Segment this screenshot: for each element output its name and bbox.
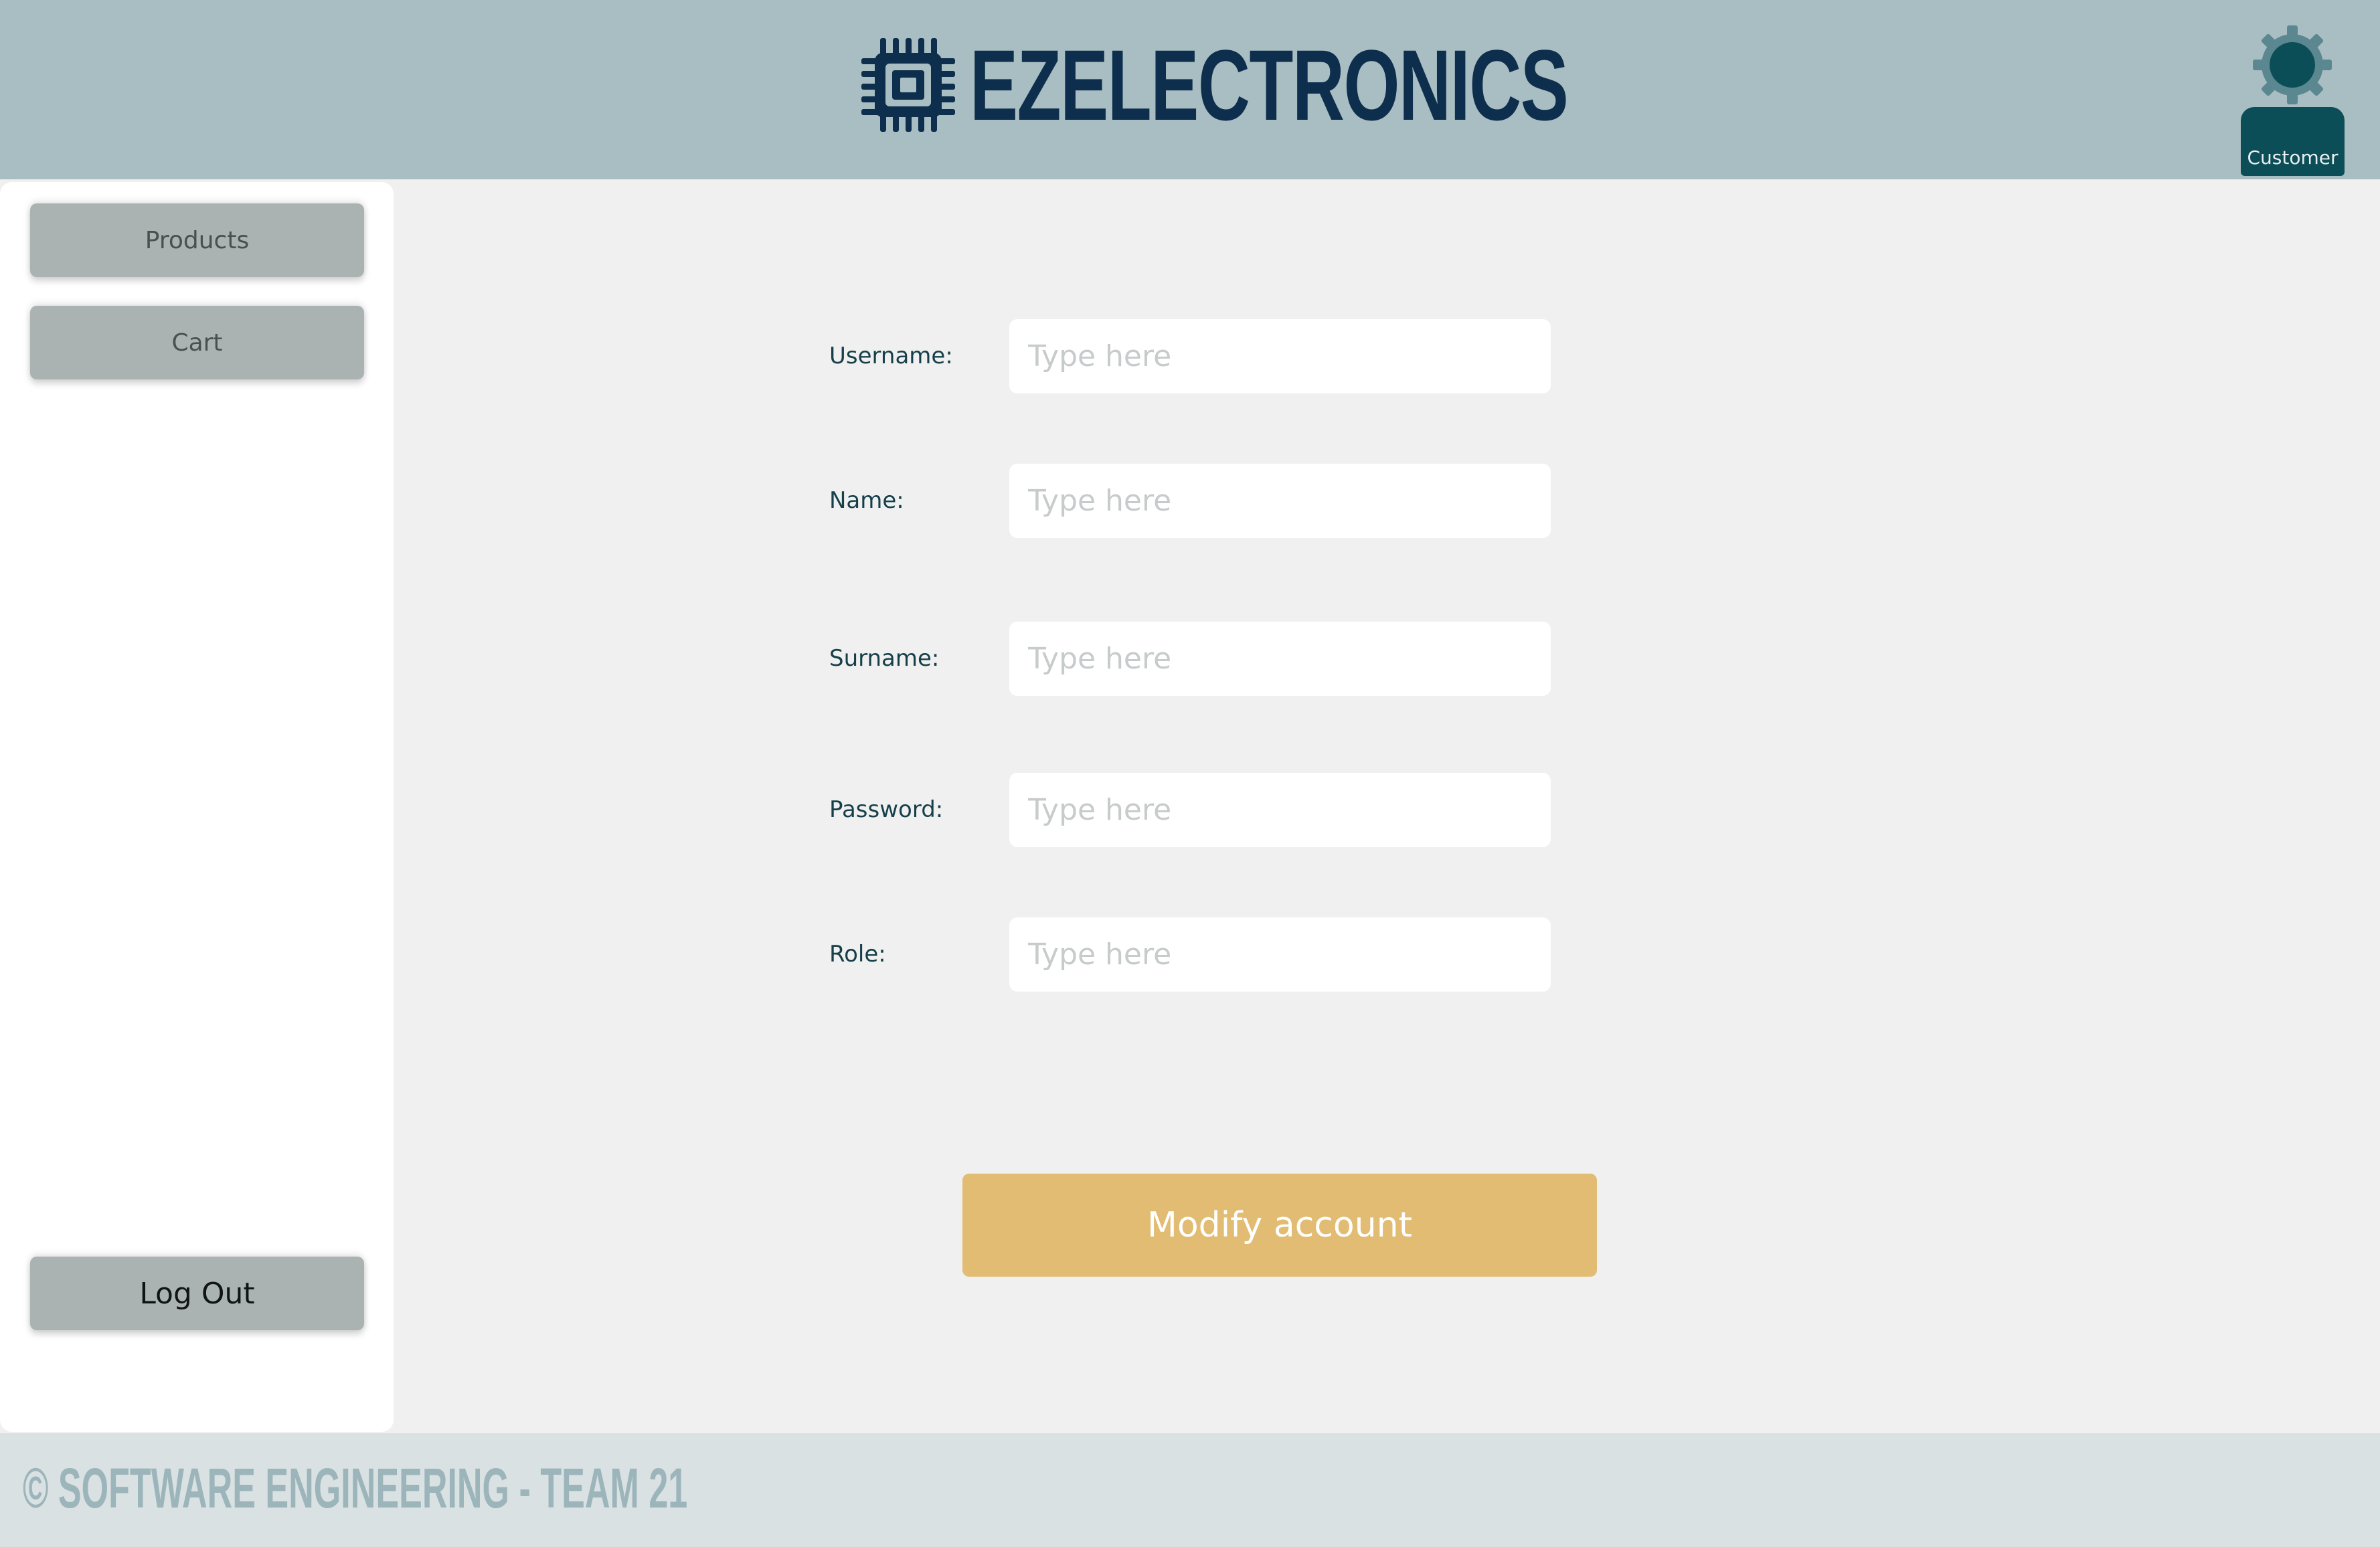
- user-role-badge: Customer: [2241, 107, 2345, 176]
- password-input[interactable]: [1009, 773, 1551, 847]
- logout-button[interactable]: Log Out: [30, 1257, 364, 1330]
- user-menu[interactable]: Customer: [2241, 24, 2345, 176]
- username-label: Username:: [829, 343, 953, 369]
- modify-account-button[interactable]: Modify account: [962, 1174, 1597, 1277]
- username-input[interactable]: [1009, 319, 1551, 393]
- surname-input[interactable]: [1009, 622, 1551, 696]
- user-avatar-icon: [2253, 25, 2332, 104]
- name-label: Name:: [829, 487, 904, 514]
- chip-icon: [861, 38, 955, 132]
- brand-logo[interactable]: EZELECTRONICS: [860, 35, 1800, 135]
- role-label: Role:: [829, 941, 886, 968]
- sidebar-item-products[interactable]: Products: [30, 203, 364, 277]
- sidebar-item-cart[interactable]: Cart: [30, 306, 364, 379]
- top-header: EZELECTRONICS Customer: [0, 0, 2380, 179]
- footer: © SOFTWARE ENGINEERING - TEAM 21: [0, 1433, 2380, 1547]
- brand-name: EZELECTRONICS: [970, 29, 1569, 141]
- password-label: Password:: [829, 796, 944, 823]
- sidebar: Products Cart Log Out: [0, 182, 394, 1432]
- surname-label: Surname:: [829, 645, 940, 672]
- role-input[interactable]: [1009, 917, 1551, 992]
- name-input[interactable]: [1009, 464, 1551, 538]
- footer-copyright: © SOFTWARE ENGINEERING - TEAM 21: [23, 1457, 688, 1520]
